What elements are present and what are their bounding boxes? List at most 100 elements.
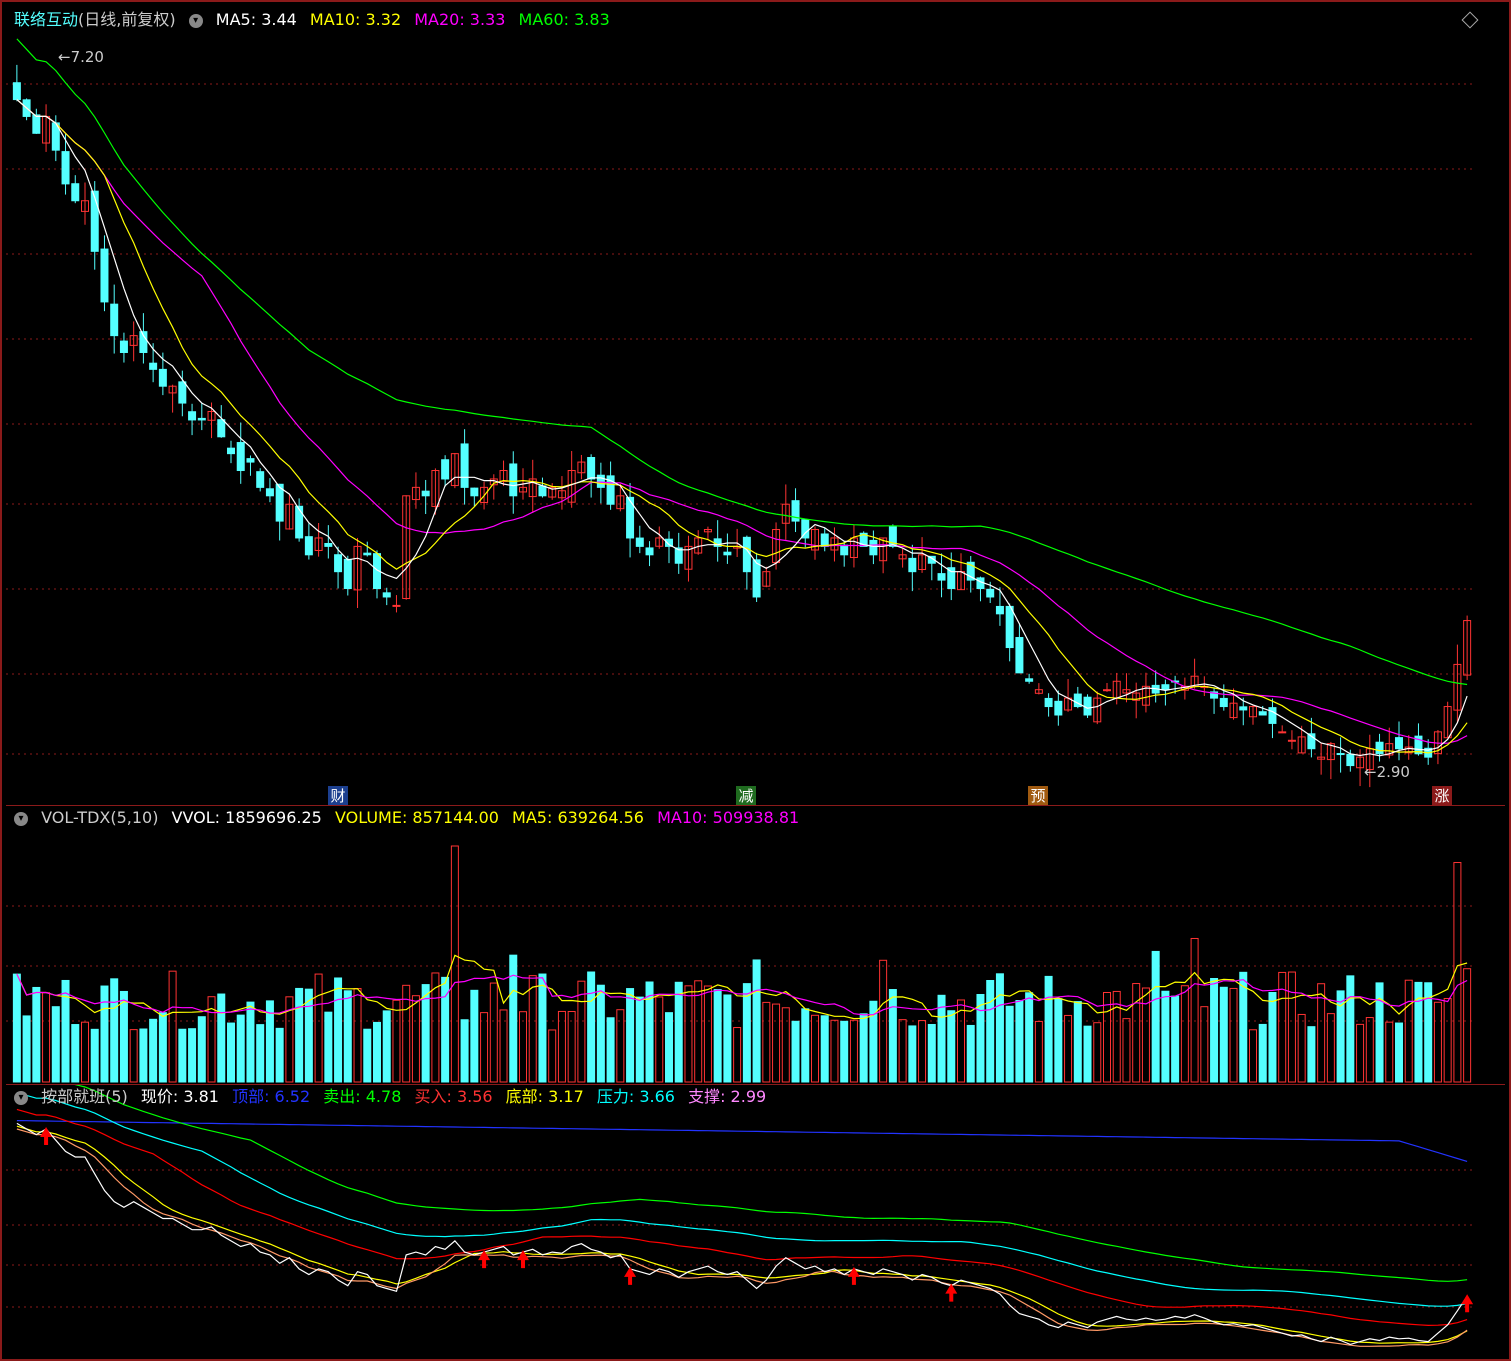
- buy-line: [16, 1108, 1468, 1327]
- volume-ma10-line: [16, 973, 1468, 1016]
- volume-bar: [90, 1028, 99, 1083]
- volume-bar: [888, 989, 897, 1083]
- volume-bar: [538, 973, 547, 1083]
- volume-bar: [168, 970, 177, 1083]
- volume-bar: [246, 1001, 255, 1083]
- candle-body: [158, 368, 167, 387]
- volume-bar: [957, 999, 965, 1083]
- event-marker-finance[interactable]: 财: [328, 786, 348, 806]
- volume-bar: [411, 995, 420, 1083]
- volume-bar: [295, 987, 304, 1083]
- candle-body: [1268, 707, 1277, 724]
- vol-ma5-label: MA5: 639264.56: [512, 808, 644, 827]
- volume-bar: [918, 1020, 927, 1083]
- volume-bar: [859, 1013, 868, 1083]
- volume-bar: [1044, 975, 1053, 1083]
- candle-body: [1219, 697, 1228, 708]
- volume-bar: [1054, 998, 1063, 1083]
- volume-bar: [1034, 1020, 1043, 1083]
- volume-bar: [314, 973, 323, 1083]
- candlestick-chart[interactable]: [6, 4, 1505, 804]
- collapse-icon[interactable]: ▾: [14, 1090, 28, 1105]
- volume-bar: [149, 1018, 158, 1083]
- event-marker-limit-up[interactable]: 涨: [1432, 786, 1452, 806]
- volume-bar: [791, 1020, 800, 1083]
- ma20-line: [16, 99, 1468, 744]
- volume-bar: [616, 1009, 625, 1083]
- volume-bar: [470, 989, 479, 1083]
- volume-bar: [129, 1029, 138, 1083]
- volume-bar: [1132, 983, 1141, 1083]
- buy-label: 买入: 3.56: [414, 1087, 493, 1106]
- candle-body: [1005, 605, 1014, 649]
- volume-bar: [1064, 1014, 1073, 1083]
- collapse-icon[interactable]: ▾: [14, 811, 28, 826]
- candle-body: [1395, 737, 1403, 750]
- candle-body: [197, 417, 206, 421]
- candle-body: [100, 248, 109, 303]
- candle-body: [32, 114, 41, 134]
- volume-bar: [1073, 1001, 1082, 1083]
- buy-signal-arrow-icon: [40, 1126, 53, 1145]
- candle-body: [1346, 753, 1355, 767]
- indicator-name[interactable]: 按部就班(5): [41, 1087, 128, 1106]
- volume-bar: [256, 1024, 265, 1083]
- main-header: 联络互动(日线,前复权) ▾ MA5: 3.44 MA10: 3.32 MA20…: [14, 10, 618, 30]
- volume-bar: [830, 1019, 839, 1083]
- candle-body: [295, 505, 304, 539]
- volume-bar: [1258, 1023, 1267, 1083]
- volume-bar: [567, 1011, 576, 1083]
- candle-body: [334, 554, 343, 573]
- sell-line: [74, 1085, 1468, 1282]
- event-marker-forecast[interactable]: 预: [1028, 786, 1048, 806]
- volume-bar: [1365, 1017, 1374, 1083]
- volume-bar: [976, 994, 985, 1083]
- pressure-line: [16, 1092, 1468, 1307]
- volume-bar: [382, 1010, 391, 1083]
- ma60-label: MA60: 3.83: [518, 10, 610, 29]
- indicator-chart[interactable]: [6, 1085, 1505, 1357]
- volume-bar: [1103, 991, 1111, 1083]
- volume-bar: [995, 973, 1004, 1083]
- candle-body: [90, 190, 99, 252]
- candle-body: [1054, 700, 1063, 716]
- volume-bar: [1161, 990, 1170, 1083]
- stock-name[interactable]: 联络互动: [14, 10, 78, 29]
- volume-bar: [587, 971, 596, 1083]
- volume-bar: [596, 984, 605, 1083]
- volume-pane[interactable]: ▾ VOL-TDX(5,10) VVOL: 1859696.25 VOLUME:…: [6, 805, 1505, 1083]
- volume-bar: [460, 1019, 469, 1083]
- volume-bar: [723, 994, 732, 1083]
- candle-body: [149, 362, 158, 370]
- volume-bar: [1005, 1005, 1014, 1083]
- volume-bar: [353, 988, 362, 1083]
- volume-bar: [12, 973, 21, 1083]
- indicator-header: ▾ 按部就班(5) 现价: 3.81 顶部: 6.52 卖出: 4.78 买入:…: [14, 1087, 774, 1107]
- vol-indicator-name[interactable]: VOL-TDX(5,10): [41, 808, 158, 827]
- volume-bar: [713, 989, 722, 1083]
- collapse-icon[interactable]: ▾: [188, 13, 203, 28]
- buy-signal-arrow-icon: [1461, 1294, 1474, 1313]
- event-marker-reduce[interactable]: 减: [736, 786, 756, 806]
- indicator-pane[interactable]: ▾ 按部就班(5) 现价: 3.81 顶部: 6.52 卖出: 4.78 买入:…: [6, 1084, 1505, 1356]
- volume-bar: [1200, 1006, 1209, 1083]
- volume-bar: [519, 1011, 527, 1083]
- volume-bar: [42, 992, 51, 1083]
- vvol-label: VVOL: 1859696.25: [171, 808, 322, 827]
- candle-body: [1278, 731, 1287, 734]
- candle-body: [178, 381, 187, 404]
- ma5-label: MA5: 3.44: [215, 10, 297, 29]
- volume-bar: [334, 977, 343, 1083]
- price-pane[interactable]: 联络互动(日线,前复权) ▾ MA5: 3.44 MA10: 3.32 MA20…: [6, 4, 1505, 806]
- candle-body: [1258, 711, 1267, 716]
- volume-bar: [772, 1003, 781, 1083]
- volume-bar: [236, 1014, 245, 1083]
- volume-bar: [665, 1012, 673, 1083]
- candle-body: [596, 474, 605, 488]
- chart-mode: (日线,前复权): [78, 10, 176, 29]
- candle-body: [1044, 697, 1053, 708]
- support-line: [16, 1128, 1468, 1347]
- volume-bar: [927, 1023, 936, 1083]
- candle-body: [256, 471, 265, 488]
- volume-chart[interactable]: [6, 806, 1505, 1084]
